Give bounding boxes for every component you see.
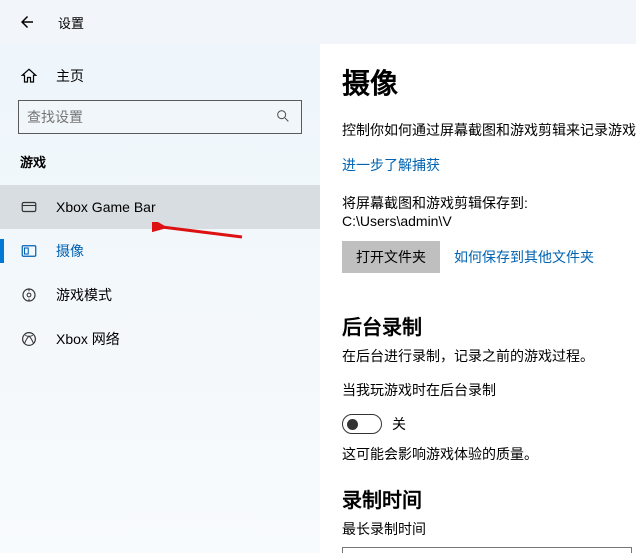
- game-mode-icon: [20, 286, 38, 304]
- background-record-toggle-label: 当我玩游戏时在后台录制: [342, 380, 636, 400]
- learn-more-link[interactable]: 进一步了解捕获: [342, 155, 636, 175]
- sidebar-item-xbox-network[interactable]: Xbox 网络: [0, 317, 320, 361]
- page-title: 摄像: [342, 62, 636, 102]
- background-record-warning: 这可能会影响游戏体验的质量。: [342, 444, 636, 464]
- back-button[interactable]: [18, 13, 36, 31]
- home-label: 主页: [56, 66, 84, 86]
- background-record-heading: 后台录制: [342, 311, 636, 340]
- open-folder-button[interactable]: 打开文件夹: [342, 241, 440, 273]
- xbox-icon: [20, 330, 38, 348]
- search-box[interactable]: [18, 100, 302, 134]
- sidebar-item-xbox-game-bar[interactable]: Xbox Game Bar: [0, 185, 320, 229]
- toggle-state-label: 关: [392, 414, 406, 434]
- sidebar-section-label: 游戏: [0, 152, 320, 185]
- record-time-label: 最长录制时间: [342, 519, 636, 539]
- window-title: 设置: [58, 13, 84, 32]
- home-icon: [20, 67, 38, 85]
- game-bar-icon: [20, 198, 38, 216]
- background-record-desc: 在后台进行录制，记录之前的游戏过程。: [342, 346, 636, 366]
- save-elsewhere-link[interactable]: 如何保存到其他文件夹: [454, 247, 594, 267]
- sidebar-item-capture[interactable]: 摄像: [0, 229, 320, 273]
- sidebar: 主页 游戏 Xbox Game Bar 摄像: [0, 44, 320, 553]
- search-icon: [275, 108, 291, 127]
- sidebar-item-game-mode[interactable]: 游戏模式: [0, 273, 320, 317]
- save-path-label: 将屏幕截图和游戏剪辑保存到: C:\Users\admin\V: [342, 193, 636, 229]
- record-time-dropdown[interactable]: 2 小时: [342, 547, 632, 553]
- sidebar-item-label: 游戏模式: [56, 285, 112, 305]
- sidebar-item-label: 摄像: [56, 241, 84, 261]
- main-content: 摄像 控制你如何通过屏幕截图和游戏剪辑来记录游戏 进一步了解捕获 将屏幕截图和游…: [320, 44, 636, 553]
- record-time-heading: 录制时间: [342, 484, 636, 513]
- page-description: 控制你如何通过屏幕截图和游戏剪辑来记录游戏: [342, 120, 636, 141]
- sidebar-item-label: Xbox 网络: [56, 329, 120, 349]
- background-record-toggle[interactable]: [342, 414, 382, 434]
- capture-icon: [20, 242, 38, 260]
- search-input[interactable]: [27, 109, 275, 125]
- sidebar-item-label: Xbox Game Bar: [56, 199, 156, 215]
- arrow-left-icon: [18, 13, 36, 31]
- home-link[interactable]: 主页: [0, 60, 320, 100]
